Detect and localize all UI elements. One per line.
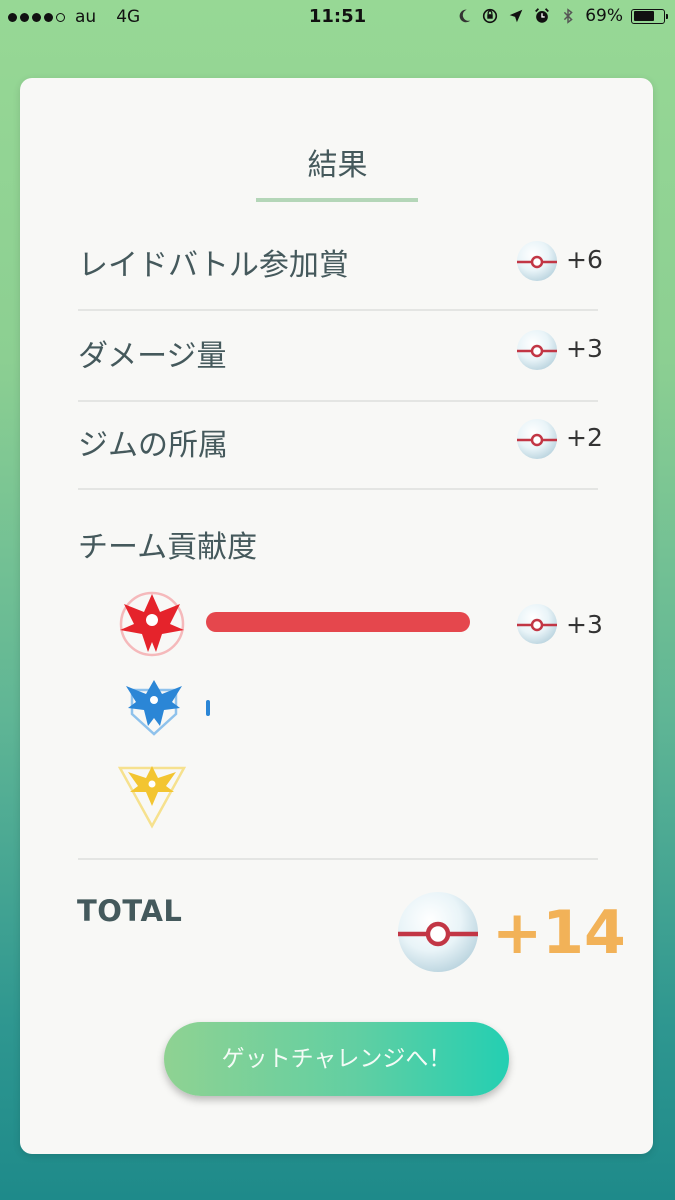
team-instinct-icon [117, 766, 187, 829]
premier-ball-icon [517, 419, 557, 459]
team-mystic-icon [126, 680, 182, 736]
row-damage-value: +3 [566, 334, 603, 363]
total-label: TOTAL [77, 894, 183, 928]
page-title: 結果 [307, 148, 368, 183]
moon-icon [459, 9, 471, 23]
premier-ball-icon [517, 604, 557, 644]
row-raid-participation-label: レイドバトル参加賞 [78, 248, 349, 283]
battery-icon [631, 8, 668, 24]
location-icon [509, 9, 523, 23]
row-raid-participation-value: +6 [566, 245, 603, 274]
get-challenge-button[interactable]: ゲットチャレンジへ！ [164, 1022, 509, 1096]
row-gym-affiliation-label: ジムの所属 [78, 428, 228, 463]
bluetooth-icon [564, 8, 573, 24]
premier-ball-large-icon [398, 892, 478, 972]
team-contribution-value: +3 [566, 610, 603, 639]
team-mystic-contribution-bar [206, 700, 210, 716]
row-gym-affiliation-value: +2 [566, 423, 603, 452]
total-value: +14 [492, 898, 626, 968]
rotation-lock-icon [483, 8, 498, 24]
row-damage-label: ダメージ量 [78, 339, 227, 374]
battery-percent: 69% [585, 6, 623, 26]
alarm-icon [535, 8, 550, 23]
team-valor-contribution-bar [206, 612, 470, 632]
premier-ball-icon [517, 330, 557, 370]
divider [78, 400, 598, 402]
premier-ball-icon [517, 241, 557, 281]
divider [78, 858, 598, 860]
divider [78, 309, 598, 311]
status-bar: au 4G 11:51 69% [0, 0, 675, 36]
title-underline [256, 198, 418, 202]
team-contribution-label: チーム貢献度 [78, 530, 258, 565]
divider [78, 488, 598, 490]
team-valor-icon [119, 591, 185, 657]
